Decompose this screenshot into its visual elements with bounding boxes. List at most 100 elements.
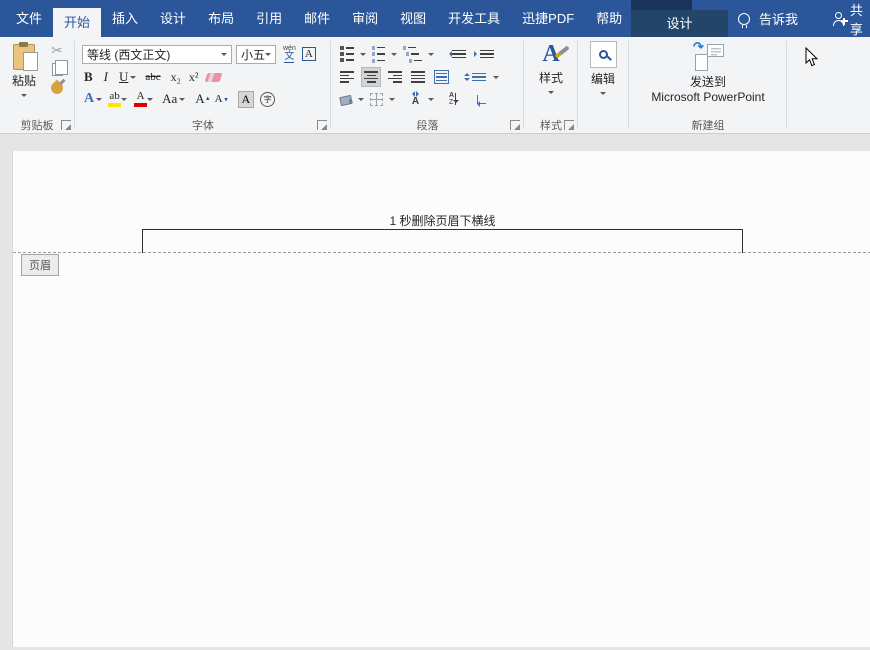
person-plus-icon bbox=[833, 12, 844, 26]
character-shading-button[interactable]: A bbox=[238, 91, 255, 108]
multilevel-list-button[interactable] bbox=[401, 44, 424, 64]
underline-button[interactable]: U bbox=[117, 67, 130, 87]
superscript-button[interactable]: x² bbox=[187, 67, 201, 87]
paragraph-dialog-launcher[interactable] bbox=[510, 120, 520, 130]
font-color-button[interactable]: A bbox=[134, 91, 147, 107]
find-icon-box bbox=[590, 41, 617, 68]
group-editing: 编辑 bbox=[579, 37, 627, 133]
tab-view[interactable]: 视图 bbox=[389, 0, 437, 37]
subscript-button[interactable]: x₂ bbox=[169, 67, 183, 87]
font-name-combobox[interactable]: 等线 (西文正文) bbox=[82, 45, 232, 64]
align-right-button[interactable] bbox=[386, 67, 404, 87]
enclose-characters-button[interactable]: 字 bbox=[260, 92, 275, 107]
highlight-color-button[interactable]: ab bbox=[108, 91, 121, 107]
grow-font-button[interactable]: A▲ bbox=[193, 89, 212, 109]
change-case-button[interactable]: Aa bbox=[160, 89, 179, 109]
new-group-label: 新建组 bbox=[630, 117, 786, 132]
clear-formatting-icon[interactable] bbox=[205, 73, 223, 82]
page[interactable]: 1 秒删除页眉下横线 页眉 bbox=[12, 151, 870, 647]
sort-button[interactable]: AZ bbox=[447, 89, 458, 109]
chevron-down-icon bbox=[21, 94, 27, 100]
tab-review[interactable]: 审阅 bbox=[341, 0, 389, 37]
styles-icon: A bbox=[542, 41, 559, 67]
show-hide-marks-button[interactable] bbox=[472, 89, 488, 109]
header-underline-left-tick bbox=[142, 229, 143, 253]
group-styles: A 样式 样式 bbox=[525, 37, 577, 133]
strikethrough-button[interactable]: abc bbox=[143, 67, 162, 87]
send-to-powerpoint-button[interactable]: ↷ 发送到 Microsoft PowerPoint bbox=[630, 43, 786, 105]
distribute-button[interactable] bbox=[432, 67, 451, 87]
borders-button[interactable] bbox=[368, 89, 385, 109]
chevron-down-icon bbox=[428, 98, 434, 104]
character-border-icon[interactable]: A bbox=[302, 47, 316, 61]
contextual-tab-group-marker bbox=[631, 0, 692, 10]
header-text[interactable]: 1 秒删除页眉下横线 bbox=[142, 212, 743, 229]
editing-button[interactable]: 编辑 bbox=[579, 41, 627, 98]
align-left-button[interactable] bbox=[338, 67, 356, 87]
share-button[interactable]: 共享 bbox=[833, 0, 870, 37]
group-new: ↷ 发送到 Microsoft PowerPoint 新建组 bbox=[630, 37, 786, 133]
tab-pdf[interactable]: 迅捷PDF bbox=[511, 0, 585, 37]
chevron-down-icon bbox=[121, 98, 127, 104]
share-label: 共享 bbox=[850, 0, 870, 38]
cut-icon[interactable]: ✂ bbox=[51, 43, 63, 57]
justify-button[interactable] bbox=[409, 67, 427, 87]
tab-layout[interactable]: 布局 bbox=[197, 0, 245, 37]
chevron-down-icon bbox=[360, 53, 366, 59]
chevron-down-icon bbox=[96, 98, 102, 104]
header-boundary-dashed-line bbox=[13, 252, 870, 253]
decrease-indent-button[interactable] bbox=[444, 44, 468, 64]
editing-button-label: 编辑 bbox=[591, 70, 615, 87]
tab-design[interactable]: 设计 bbox=[149, 0, 197, 37]
send-to-powerpoint-icon: ↷ bbox=[692, 43, 724, 71]
lightbulb-icon bbox=[738, 13, 750, 25]
group-font: 等线 (西文正文) 小五 wén 文 A B I U abc x₂ x² A a… bbox=[76, 37, 330, 133]
tab-developer[interactable]: 开发工具 bbox=[437, 0, 511, 37]
shrink-font-button[interactable]: A▲ bbox=[213, 89, 231, 109]
group-clipboard: 粘贴 ✂ 剪贴板 bbox=[0, 37, 74, 133]
send-label-line2: Microsoft PowerPoint bbox=[651, 90, 764, 105]
font-name-value: 等线 (西文正文) bbox=[87, 46, 170, 63]
curved-arrow-icon: ↷ bbox=[693, 39, 704, 54]
styles-button[interactable]: A 样式 bbox=[525, 41, 577, 97]
chevron-down-icon bbox=[600, 92, 606, 98]
tab-file[interactable]: 文件 bbox=[5, 0, 53, 37]
chevron-down-icon bbox=[493, 76, 499, 82]
ribbon-home: 粘贴 ✂ 剪贴板 等线 (西文正文) 小五 wén 文 A B bbox=[0, 37, 870, 134]
tell-me-button[interactable]: 告诉我 bbox=[738, 0, 798, 37]
tab-header-footer-design[interactable]: 设计 bbox=[631, 10, 728, 37]
tab-help[interactable]: 帮助 bbox=[585, 0, 633, 37]
italic-button[interactable]: I bbox=[102, 67, 110, 87]
tab-insert[interactable]: 插入 bbox=[101, 0, 149, 37]
bullets-button[interactable] bbox=[338, 44, 356, 64]
chevron-down-icon bbox=[389, 98, 395, 104]
paragraph-group-label: 段落 bbox=[332, 117, 523, 132]
shading-button[interactable] bbox=[338, 89, 354, 109]
bold-button[interactable]: B bbox=[82, 67, 95, 87]
tab-mailings[interactable]: 邮件 bbox=[293, 0, 341, 37]
increase-indent-button[interactable] bbox=[472, 44, 496, 64]
tab-home[interactable]: 开始 bbox=[53, 8, 101, 37]
paste-button[interactable]: 粘贴 bbox=[5, 42, 43, 122]
tab-references[interactable]: 引用 bbox=[245, 0, 293, 37]
format-painter-icon[interactable] bbox=[49, 80, 66, 97]
character-scaling-button[interactable]: A bbox=[407, 89, 424, 109]
numbering-button[interactable] bbox=[370, 44, 387, 64]
phonetic-guide-icon[interactable]: wén 文 bbox=[283, 45, 296, 63]
font-dialog-launcher[interactable] bbox=[317, 120, 327, 130]
styles-dialog-launcher[interactable] bbox=[564, 120, 574, 130]
header-underline bbox=[142, 229, 743, 230]
text-effects-button[interactable]: A bbox=[82, 89, 96, 109]
mouse-cursor bbox=[805, 47, 819, 68]
chevron-down-icon bbox=[265, 53, 271, 59]
copy-icon[interactable] bbox=[52, 63, 63, 76]
ribbon-tab-bar: 文件 开始 插入 设计 布局 引用 邮件 审阅 视图 开发工具 迅捷PDF 帮助… bbox=[0, 0, 870, 37]
line-spacing-button[interactable] bbox=[462, 67, 488, 87]
send-label-line1: 发送到 bbox=[690, 75, 726, 90]
styles-button-label: 样式 bbox=[539, 69, 563, 86]
font-size-combobox[interactable]: 小五 bbox=[236, 45, 276, 64]
clipboard-dialog-launcher[interactable] bbox=[61, 120, 71, 130]
font-group-label: 字体 bbox=[76, 117, 330, 132]
group-paragraph: A AZ 段落 bbox=[332, 37, 523, 133]
align-center-button[interactable] bbox=[361, 67, 381, 87]
